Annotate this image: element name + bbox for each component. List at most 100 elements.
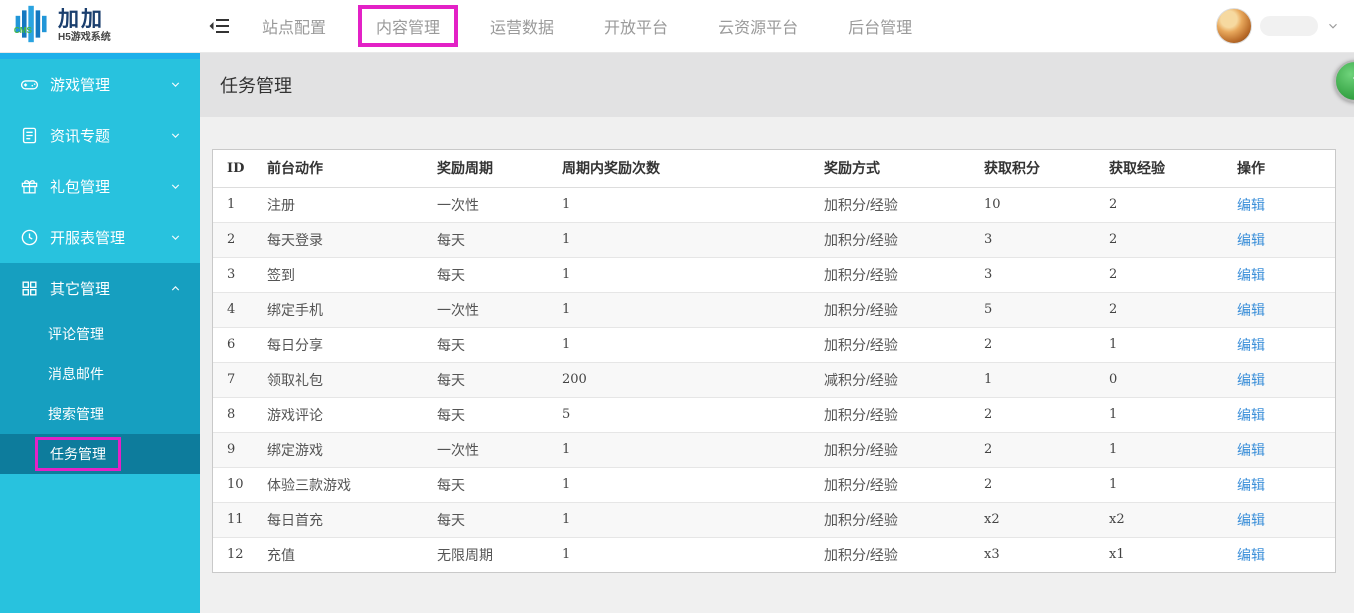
cell-action: 体验三款游戏 [259,468,429,503]
cell-times: 1 [554,468,816,503]
cell-times: 1 [554,293,816,328]
cell-action: 注册 [259,188,429,223]
page-title: 任务管理 [200,53,1354,117]
topnav-item-3[interactable]: 开放平台 [604,6,668,46]
sidebar-subitem-label: 搜索管理 [48,404,104,424]
cell-action: 签到 [259,258,429,293]
cell-cycle: 一次性 [429,433,554,468]
cell-id: 1 [213,188,259,223]
sidebar-item[interactable]: 礼包管理 [0,161,200,212]
user-menu[interactable] [1216,8,1354,44]
cell-id: 9 [213,433,259,468]
edit-link[interactable]: 编辑 [1237,337,1265,353]
top-nav: 站点配置内容管理运营数据 开放平台 云资源平台 后台管理 [262,5,962,47]
table-row: 7领取礼包每天200减积分/经验10编辑 [213,363,1335,398]
sidebar-subitem[interactable]: 搜索管理 [0,394,200,434]
sidebar-subitem-label: 消息邮件 [48,364,104,384]
edit-link[interactable]: 编辑 [1237,197,1265,213]
username-redacted [1260,16,1318,36]
sidebar-expanded-section: 其它管理评论管理消息邮件搜索管理任务管理 [0,263,200,474]
table-row: 12充值无限周期1加积分/经验x3x1编辑 [213,538,1335,573]
cell-exp: 2 [1101,188,1229,223]
highlight-ring: 任务管理 [35,437,121,471]
table-row: 3签到每天1加积分/经验32编辑 [213,258,1335,293]
top-header: CMS 加加 H5游戏系统 站点配置内容管理运营数据 开放平台 云资源平台 后台管理 [0,0,1354,53]
edit-link[interactable]: 编辑 [1237,547,1265,563]
sidebar-item-label: 资讯专题 [50,125,169,146]
topnav-item-0[interactable]: 站点配置 [262,6,326,46]
cell-actions: 编辑 [1229,433,1335,468]
cell-exp: 1 [1101,468,1229,503]
cell-id: 3 [213,258,259,293]
cell-times: 1 [554,188,816,223]
cell-cycle: 每天 [429,328,554,363]
table-row: 6每日分享每天1加积分/经验21编辑 [213,328,1335,363]
cell-times: 1 [554,433,816,468]
column-header: 周期内奖励次数 [554,150,816,188]
chevron-down-icon [169,231,182,244]
content-area: ID前台动作奖励周期周期内奖励次数奖励方式获取积分获取经验操作 1注册一次性1加… [200,117,1354,613]
cell-points: 2 [976,433,1101,468]
edit-link[interactable]: 编辑 [1237,372,1265,388]
cell-actions: 编辑 [1229,188,1335,223]
cell-action: 绑定手机 [259,293,429,328]
topnav-item-5[interactable]: 后台管理 [848,6,912,46]
edit-link[interactable]: 编辑 [1237,407,1265,423]
logo-icon: CMS [12,3,52,50]
topnav-item-4[interactable]: 云资源平台 [718,6,798,46]
cell-cycle: 一次性 [429,188,554,223]
table-row: 11每日首充每天1加积分/经验x2x2编辑 [213,503,1335,538]
cell-cycle: 每天 [429,468,554,503]
edit-link[interactable]: 编辑 [1237,267,1265,283]
column-header: 获取经验 [1101,150,1229,188]
sidebar-item[interactable]: 资讯专题 [0,110,200,161]
cell-actions: 编辑 [1229,503,1335,538]
table-row: 4绑定手机一次性1加积分/经验52编辑 [213,293,1335,328]
chevron-up-icon [169,282,182,295]
cell-mode: 加积分/经验 [816,398,976,433]
sidebar-subitem[interactable]: 评论管理 [0,314,200,354]
topnav-item-1[interactable]: 内容管理 [358,5,458,47]
task-table: ID前台动作奖励周期周期内奖励次数奖励方式获取积分获取经验操作 1注册一次性1加… [213,150,1335,572]
cell-action: 每日分享 [259,328,429,363]
edit-link[interactable]: 编辑 [1237,302,1265,318]
sidebar-item-label: 开服表管理 [50,227,169,248]
cell-id: 4 [213,293,259,328]
edit-link[interactable]: 编辑 [1237,232,1265,248]
cell-times: 1 [554,538,816,573]
topnav-item-2[interactable]: 运营数据 [490,6,554,46]
cell-actions: 编辑 [1229,223,1335,258]
edit-link[interactable]: 编辑 [1237,477,1265,493]
cell-times: 1 [554,223,816,258]
cell-actions: 编辑 [1229,328,1335,363]
sidebar-item-label: 礼包管理 [50,176,169,197]
app-title: 加加 [58,9,111,30]
gamepad-icon [20,75,39,94]
cell-actions: 编辑 [1229,363,1335,398]
sidebar-toggle-icon[interactable] [208,17,230,35]
sidebar-item[interactable]: 开服表管理 [0,212,200,263]
sidebar-item[interactable]: 游戏管理 [0,59,200,110]
cell-id: 6 [213,328,259,363]
cell-mode: 减积分/经验 [816,363,976,398]
sidebar-item-label: 其它管理 [50,278,169,299]
table-row: 9绑定游戏一次性1加积分/经验21编辑 [213,433,1335,468]
app-logo: CMS 加加 H5游戏系统 [0,3,200,50]
cell-cycle: 每天 [429,363,554,398]
table-header-row: ID前台动作奖励周期周期内奖励次数奖励方式获取积分获取经验操作 [213,150,1335,188]
avatar[interactable] [1216,8,1252,44]
edit-link[interactable]: 编辑 [1237,512,1265,528]
sidebar-item[interactable]: 其它管理 [0,263,200,314]
edit-link[interactable]: 编辑 [1237,442,1265,458]
sidebar-subitem-active[interactable]: 任务管理 [0,434,200,474]
cell-cycle: 每天 [429,258,554,293]
cell-action: 充值 [259,538,429,573]
app-subtitle: H5游戏系统 [58,33,111,43]
cell-times: 1 [554,258,816,293]
cell-exp: 2 [1101,223,1229,258]
sidebar-subitem[interactable]: 消息邮件 [0,354,200,394]
logo-text: 加加 H5游戏系统 [58,9,111,43]
cell-exp: x1 [1101,538,1229,573]
clock-icon [20,228,39,247]
cell-action: 每天登录 [259,223,429,258]
